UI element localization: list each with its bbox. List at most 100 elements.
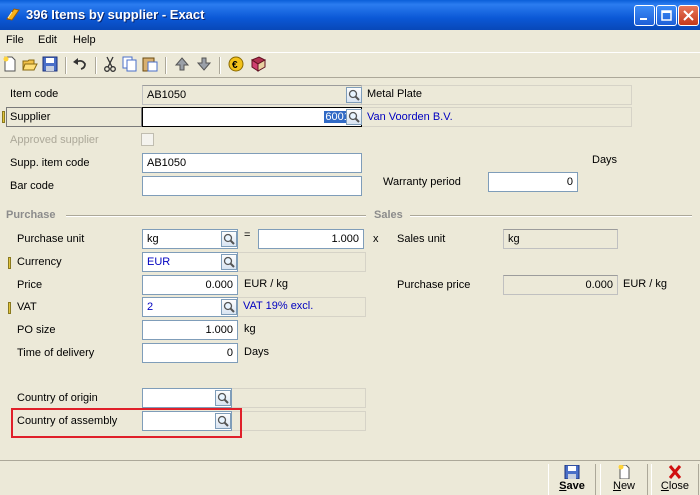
highlight-box: [11, 408, 242, 438]
time-of-delivery-field[interactable]: 0: [142, 343, 238, 363]
warranty-unit-label: Days: [592, 154, 618, 166]
item-supplier-form: Item code AB1050 Metal Plate Supplier 60…: [0, 80, 700, 460]
warranty-period-field[interactable]: 0: [488, 172, 578, 192]
menu-edit[interactable]: Edit: [38, 34, 57, 46]
open-icon[interactable]: [22, 56, 40, 74]
menu-file[interactable]: File: [6, 34, 24, 46]
country-of-origin-label: Country of origin: [17, 392, 98, 404]
window-title: 396 Items by supplier - Exact: [26, 7, 205, 22]
minimize-button[interactable]: [634, 5, 655, 26]
sales-unit-field: kg: [503, 229, 618, 249]
new-icon[interactable]: [2, 56, 20, 74]
supplier-description: Van Voorden B.V.: [367, 111, 453, 123]
save-icon: [564, 465, 580, 479]
sales-unit-label: Sales unit: [397, 233, 446, 245]
price-label: Price: [17, 279, 43, 291]
undo-icon[interactable]: [72, 56, 90, 74]
cut-icon[interactable]: [102, 56, 120, 74]
copy-icon[interactable]: [122, 56, 140, 74]
purchase-price-field: 0.000: [503, 275, 618, 295]
mandatory-marker: [8, 257, 11, 269]
po-size-label: PO size: [17, 324, 56, 336]
toolbar: €: [0, 52, 700, 78]
book-icon[interactable]: [250, 56, 268, 74]
supplier-label: Supplier: [10, 111, 51, 123]
sales-section-divider: [410, 215, 692, 217]
magnifier-icon: [223, 301, 235, 313]
save-button-label: Save: [549, 480, 595, 492]
paste-icon[interactable]: [142, 56, 160, 74]
magnifier-icon: [348, 111, 360, 123]
country-of-origin-lookup-button[interactable]: [215, 390, 231, 406]
magnifier-icon: [223, 233, 235, 245]
currency-label: Currency: [17, 256, 62, 268]
approved-supplier-checkbox[interactable]: [141, 133, 154, 146]
magnifier-icon: [348, 89, 360, 101]
po-size-field[interactable]: 1.000: [142, 320, 238, 340]
next-icon[interactable]: [196, 56, 214, 74]
menu-help[interactable]: Help: [73, 34, 96, 46]
supplier-field[interactable]: 60010: [142, 107, 362, 127]
menu-bar: File Edit Help: [0, 30, 700, 50]
approved-supplier-label: Approved supplier: [10, 134, 99, 146]
item-code-field[interactable]: AB1050: [142, 85, 362, 105]
close-accel: C: [660, 480, 669, 492]
sales-section-title: Sales: [374, 209, 403, 221]
minimize-icon: [640, 18, 647, 20]
app-icon: [6, 8, 20, 21]
item-description: Metal Plate: [367, 88, 423, 100]
currency-lookup-button[interactable]: [221, 254, 237, 270]
supplier-lookup-button[interactable]: [346, 109, 362, 125]
save-rest: ave: [566, 480, 585, 492]
bar-code-field[interactable]: [142, 176, 362, 196]
times-sign: x: [373, 233, 379, 245]
new-rest: ew: [620, 480, 635, 492]
purchase-price-unit-label: EUR / kg: [623, 278, 668, 290]
magnifier-icon: [217, 392, 229, 404]
time-of-delivery-unit-label: Days: [244, 346, 270, 358]
new-icon: [618, 465, 630, 479]
mandatory-marker: [8, 302, 11, 314]
close-icon: [668, 465, 682, 479]
save-icon[interactable]: [42, 56, 60, 74]
time-of-delivery-label: Time of delivery: [17, 347, 95, 359]
mandatory-marker: [2, 111, 5, 123]
save-button[interactable]: Save: [548, 464, 596, 495]
unit-factor-field[interactable]: 1.000: [258, 229, 364, 249]
item-code-label: Item code: [10, 88, 59, 100]
close-window-button[interactable]: [678, 5, 699, 26]
svg-text:€: €: [232, 60, 238, 71]
close-button-label: Close: [652, 480, 698, 492]
new-button-label: New: [601, 480, 647, 492]
country-of-origin-description-strip: [232, 388, 366, 408]
currency-description-strip: [238, 252, 366, 272]
price-unit-label: EUR / kg: [244, 278, 289, 290]
warranty-period-label: Warranty period: [383, 176, 461, 188]
vat-description: VAT 19% excl.: [243, 300, 314, 312]
close-button[interactable]: Close: [651, 464, 699, 495]
supp-item-code-label: Supp. item code: [10, 157, 90, 169]
vat-lookup-button[interactable]: [221, 299, 237, 315]
purchase-price-label: Purchase price: [397, 279, 471, 291]
maximize-button[interactable]: [656, 5, 677, 26]
bar-code-label: Bar code: [10, 180, 55, 192]
price-field[interactable]: 0.000: [142, 275, 238, 295]
purchase-unit-label: Purchase unit: [17, 233, 85, 245]
equals-sign: =: [244, 229, 251, 241]
title-bar: 396 Items by supplier - Exact: [0, 0, 700, 30]
item-code-lookup-button[interactable]: [346, 87, 362, 103]
action-bar: Save New Close: [0, 460, 700, 495]
country-of-assembly-description-strip: [232, 411, 366, 431]
previous-icon[interactable]: [174, 56, 192, 74]
po-size-unit-label: kg: [244, 323, 256, 335]
new-accel: N: [612, 480, 621, 492]
close-rest: lose: [668, 480, 690, 492]
supp-item-code-field[interactable]: AB1050: [142, 153, 362, 173]
close-icon: [683, 10, 694, 21]
purchase-section-title: Purchase: [6, 209, 56, 221]
new-button[interactable]: New: [600, 464, 648, 495]
purchase-unit-lookup-button[interactable]: [221, 231, 237, 247]
currency-euro-icon[interactable]: €: [228, 56, 246, 74]
purchase-section-divider: [66, 215, 366, 217]
maximize-icon: [661, 10, 672, 21]
